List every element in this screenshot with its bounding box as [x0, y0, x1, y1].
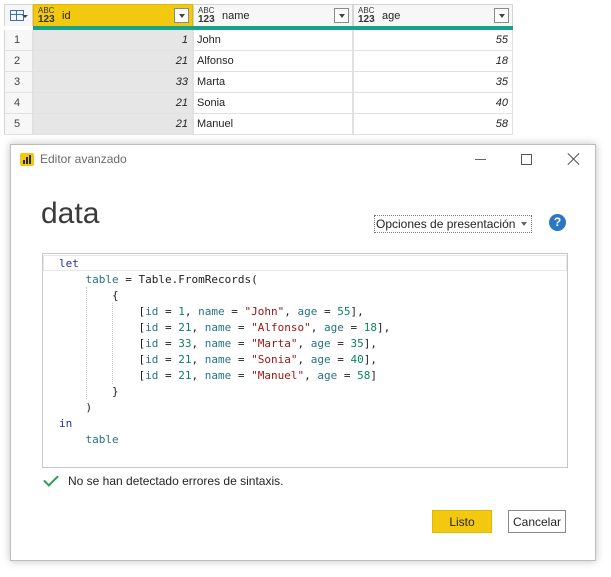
cell-name[interactable]: Marta — [193, 72, 353, 93]
code-line[interactable]: } — [59, 384, 390, 400]
chevron-down-icon — [521, 222, 527, 226]
filter-dropdown-icon[interactable] — [494, 8, 509, 23]
code-line[interactable]: [id = 21, name = "Sonia", age = 40], — [59, 352, 390, 368]
cell-age[interactable]: 35 — [353, 72, 513, 93]
code-line[interactable]: in — [59, 416, 390, 432]
title-bar[interactable]: Editor avanzado — [11, 145, 595, 173]
code-line[interactable]: [id = 21, name = "Alfonso", age = 18], — [59, 320, 390, 336]
syntax-status-text: No se han detectado errores de sintaxis. — [68, 474, 284, 488]
done-button[interactable]: Listo — [432, 510, 492, 533]
table-row[interactable]: 4 21 Sonia 40 — [4, 93, 513, 114]
code-line[interactable]: ) — [59, 400, 390, 416]
help-icon[interactable]: ? — [549, 214, 566, 231]
cell-age[interactable]: 58 — [353, 114, 513, 135]
code-line[interactable]: [id = 33, name = "Marta", age = 35], — [59, 336, 390, 352]
table-row[interactable]: 3 33 Marta 35 — [4, 72, 513, 93]
cell-id[interactable]: 21 — [33, 93, 193, 114]
cell-id[interactable]: 1 — [33, 30, 193, 51]
column-header-id[interactable]: ABC 123 id — [33, 4, 193, 26]
row-number[interactable]: 4 — [4, 93, 33, 114]
row-number[interactable]: 1 — [4, 30, 33, 51]
cell-id[interactable]: 21 — [33, 114, 193, 135]
column-name: name — [222, 9, 250, 22]
grid-header-row: ABC 123 id ABC 123 name ABC 123 age — [4, 4, 513, 26]
code-text[interactable]: let table = Table.FromRecords( { [id = 1… — [59, 256, 390, 448]
minimize-icon[interactable] — [475, 159, 486, 160]
code-line[interactable]: let — [59, 256, 390, 272]
cell-id[interactable]: 33 — [33, 72, 193, 93]
code-line[interactable]: [id = 1, name = "John", age = 55], — [59, 304, 390, 320]
cell-age[interactable]: 55 — [353, 30, 513, 51]
maximize-icon[interactable] — [521, 154, 532, 165]
cell-name[interactable]: John — [193, 30, 353, 51]
row-number[interactable]: 2 — [4, 51, 33, 72]
code-line[interactable]: { — [59, 288, 390, 304]
filter-dropdown-icon[interactable] — [334, 8, 349, 23]
column-name: age — [382, 9, 401, 22]
check-icon — [43, 471, 59, 487]
syntax-status: No se han detectado errores de sintaxis. — [43, 471, 284, 488]
code-line[interactable]: table — [59, 432, 390, 448]
any-type-icon[interactable]: ABC 123 — [358, 6, 380, 25]
code-line[interactable]: table = Table.FromRecords( — [59, 272, 390, 288]
filter-dropdown-icon[interactable] — [174, 8, 189, 23]
code-editor[interactable]: let table = Table.FromRecords( { [id = 1… — [42, 253, 568, 468]
power-bi-icon — [20, 153, 34, 166]
table-menu-button[interactable] — [4, 4, 33, 26]
cell-age[interactable]: 18 — [353, 51, 513, 72]
grid-body: 1 1 John 55 2 21 Alfonso 18 3 33 Marta 3… — [4, 30, 513, 135]
query-name-title: data — [41, 197, 100, 230]
cell-name[interactable]: Sonia — [193, 93, 353, 114]
row-number[interactable]: 3 — [4, 72, 33, 93]
table-row[interactable]: 2 21 Alfonso 18 — [4, 51, 513, 72]
column-header-name[interactable]: ABC 123 name — [193, 4, 353, 26]
cell-age[interactable]: 40 — [353, 93, 513, 114]
code-line[interactable]: [id = 21, name = "Manuel", age = 58] — [59, 368, 390, 384]
any-type-icon[interactable]: ABC 123 — [198, 6, 220, 25]
row-number[interactable]: 5 — [4, 114, 33, 135]
column-name: id — [62, 9, 71, 22]
display-options-label: Opciones de presentación — [376, 217, 516, 231]
chevron-down-icon — [22, 15, 28, 18]
column-header-age[interactable]: ABC 123 age — [353, 4, 513, 26]
display-options-dropdown[interactable]: Opciones de presentación — [374, 215, 532, 233]
cancel-button[interactable]: Cancelar — [508, 510, 566, 533]
close-icon[interactable] — [567, 152, 581, 166]
cell-name[interactable]: Alfonso — [193, 51, 353, 72]
cell-name[interactable]: Manuel — [193, 114, 353, 135]
table-row[interactable]: 5 21 Manuel 58 — [4, 114, 513, 135]
cell-id[interactable]: 21 — [33, 51, 193, 72]
table-row[interactable]: 1 1 John 55 — [4, 30, 513, 51]
advanced-editor-dialog: Editor avanzado data Opciones de present… — [10, 144, 596, 561]
dialog-title: Editor avanzado — [40, 152, 127, 166]
any-type-icon[interactable]: ABC 123 — [38, 6, 60, 25]
